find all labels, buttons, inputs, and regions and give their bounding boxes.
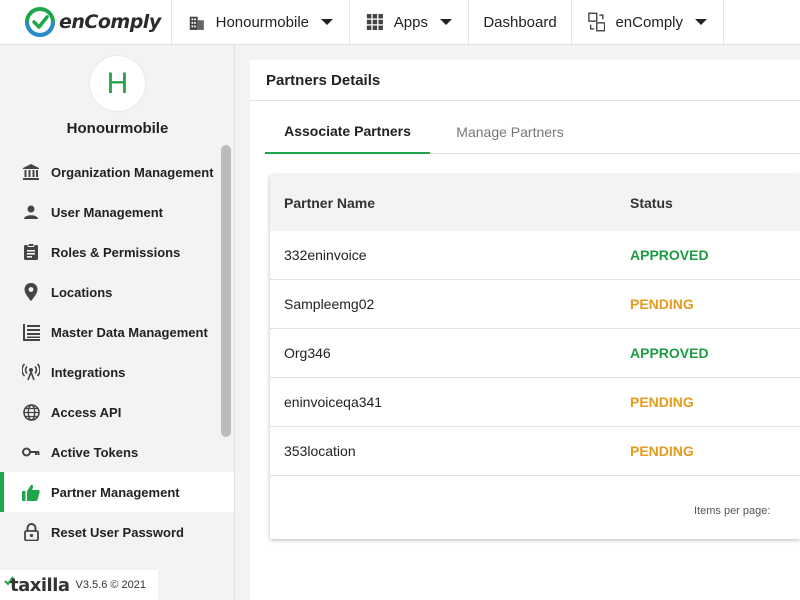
sidebar-item-label: Roles & Permissions bbox=[51, 244, 181, 260]
chevron-down-icon bbox=[321, 19, 333, 25]
partner-name-cell: 332eninvoice bbox=[284, 247, 367, 263]
switch-app-icon bbox=[588, 12, 606, 32]
list-icon bbox=[22, 323, 40, 341]
encomply-logo[interactable]: enComply bbox=[0, 0, 172, 44]
partner-name-cell: Sampleemg02 bbox=[284, 296, 375, 312]
chevron-down-icon bbox=[695, 19, 707, 25]
encomply-logo-icon bbox=[25, 7, 55, 37]
thumbs-up-icon bbox=[22, 483, 40, 501]
location-pin-icon bbox=[22, 283, 40, 301]
tab-manage-partners[interactable]: Manage Partners bbox=[430, 110, 590, 154]
org-switcher[interactable]: Honourmobile bbox=[172, 0, 350, 44]
partners-table: Partner Name Status 332eninvoice APPROVE… bbox=[270, 175, 800, 539]
partner-tabs: Associate Partners Manage Partners bbox=[265, 110, 800, 154]
bank-icon bbox=[22, 163, 40, 181]
sidebar-item-label: User Management bbox=[51, 204, 163, 220]
dashboard-link-label: Dashboard bbox=[483, 13, 557, 31]
sidebar-org-name: Honourmobile bbox=[66, 120, 169, 137]
product-switcher[interactable]: enComply bbox=[572, 0, 724, 44]
chevron-down-icon bbox=[440, 19, 452, 25]
sidebar-item-roles-permissions[interactable]: Roles & Permissions bbox=[0, 232, 234, 272]
sidebar-item-label: Reset User Password bbox=[51, 524, 184, 540]
sidebar-item-label: Master Data Management bbox=[51, 324, 208, 340]
sidebar-item-label: Partner Management bbox=[51, 484, 180, 500]
org-switcher-label: Honourmobile bbox=[215, 13, 309, 31]
sidebar-item-label: Active Tokens bbox=[51, 444, 139, 460]
column-header-status[interactable]: Status bbox=[616, 195, 673, 211]
sidebar-item-reset-user-password[interactable]: Reset User Password bbox=[0, 512, 234, 552]
apps-menu-label: Apps bbox=[393, 13, 428, 31]
sidebar-item-locations[interactable]: Locations bbox=[0, 272, 234, 312]
items-per-page-label: Items per page: bbox=[694, 505, 771, 517]
taxilla-logo: taxilla bbox=[10, 574, 70, 596]
avatar: H bbox=[90, 56, 145, 111]
status-badge: PENDING bbox=[630, 296, 694, 312]
sidebar: H Honourmobile Organization Management U… bbox=[0, 45, 235, 600]
sidebar-menu: Organization Management User Management … bbox=[0, 152, 234, 552]
logo-text: enComply bbox=[59, 11, 161, 33]
tab-associate-partners[interactable]: Associate Partners bbox=[265, 110, 430, 154]
sidebar-item-label: Integrations bbox=[51, 364, 126, 380]
table-row[interactable]: 353location PENDING bbox=[270, 427, 800, 476]
column-header-partner-name[interactable]: Partner Name bbox=[270, 195, 616, 211]
partner-name-cell: Org346 bbox=[284, 345, 331, 361]
sidebar-item-partner-management[interactable]: Partner Management bbox=[0, 472, 234, 512]
top-bar: enComply Honourmobile Apps Dashboard enC… bbox=[0, 0, 800, 45]
version-label: V3.5.6 © 2021 bbox=[75, 579, 147, 591]
sidebar-item-label: Organization Management bbox=[51, 164, 214, 180]
globe-icon bbox=[22, 403, 40, 421]
table-row[interactable]: Sampleemg02 PENDING bbox=[270, 280, 800, 329]
status-badge: PENDING bbox=[630, 394, 694, 410]
clipboard-icon bbox=[22, 243, 40, 261]
table-header: Partner Name Status bbox=[270, 175, 800, 231]
sidebar-item-master-data-management[interactable]: Master Data Management bbox=[0, 312, 234, 352]
table-row[interactable]: Org346 APPROVED bbox=[270, 329, 800, 378]
dashboard-link[interactable]: Dashboard bbox=[469, 0, 572, 44]
status-badge: PENDING bbox=[630, 443, 694, 459]
sidebar-item-organization-management[interactable]: Organization Management bbox=[0, 152, 234, 192]
sidebar-item-integrations[interactable]: Integrations bbox=[0, 352, 234, 392]
status-badge: APPROVED bbox=[630, 247, 709, 263]
sidebar-item-label: Locations bbox=[51, 284, 113, 300]
sidebar-item-label: Access API bbox=[51, 404, 122, 420]
user-icon bbox=[22, 203, 40, 221]
partners-details-panel: Partners Details Associate Partners Mana… bbox=[250, 60, 800, 600]
status-badge: APPROVED bbox=[630, 345, 709, 361]
sidebar-scrollbar[interactable] bbox=[221, 145, 231, 437]
antenna-icon bbox=[22, 363, 40, 381]
key-icon bbox=[22, 443, 40, 461]
sidebar-footer: taxilla V3.5.6 © 2021 bbox=[0, 570, 158, 600]
sidebar-item-user-management[interactable]: User Management bbox=[0, 192, 234, 232]
table-row[interactable]: 332eninvoice APPROVED bbox=[270, 231, 800, 280]
partner-name-cell: 353location bbox=[284, 443, 356, 459]
partner-name-cell: eninvoiceqa341 bbox=[284, 394, 383, 410]
lock-icon bbox=[22, 523, 40, 541]
page-title: Partners Details bbox=[250, 60, 800, 101]
sidebar-item-active-tokens[interactable]: Active Tokens bbox=[0, 432, 234, 472]
apps-grid-icon bbox=[366, 13, 383, 31]
table-row[interactable]: eninvoiceqa341 PENDING bbox=[270, 378, 800, 427]
sidebar-item-access-api[interactable]: Access API bbox=[0, 392, 234, 432]
apps-menu[interactable]: Apps bbox=[350, 0, 469, 44]
product-switcher-label: enComply bbox=[615, 13, 683, 31]
building-icon bbox=[189, 16, 204, 30]
